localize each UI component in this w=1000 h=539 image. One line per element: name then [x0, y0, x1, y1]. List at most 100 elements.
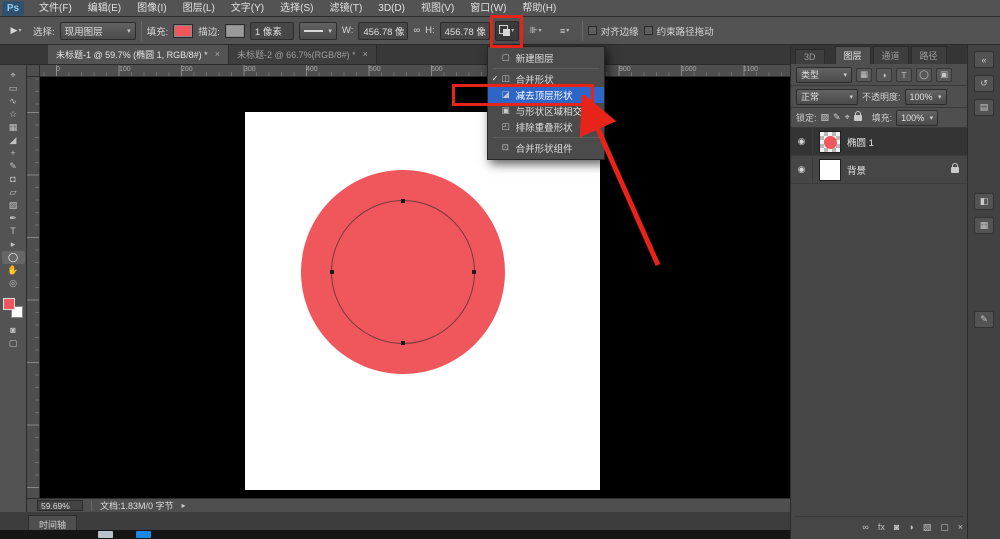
path-operations-button[interactable]: ▾ [495, 21, 519, 41]
path-anchor-bottom[interactable] [401, 341, 405, 345]
lock-transparency-icon[interactable]: ▨ [821, 112, 830, 123]
taskbar-app-icon[interactable] [98, 531, 113, 538]
zoom-level-field[interactable]: 59.69% [37, 500, 83, 511]
history-panel-icon[interactable]: ↺ [974, 75, 994, 92]
pen-tool[interactable]: ✒ [2, 212, 25, 225]
layer-row-background[interactable]: 背景 [791, 156, 967, 184]
menu-layer[interactable]: 图层(L) [176, 0, 222, 17]
link-layers-icon[interactable]: ∞ [862, 522, 868, 532]
filter-type-layers-icon[interactable]: T [896, 68, 912, 82]
path-anchor-left[interactable] [330, 270, 334, 274]
blend-mode-dropdown[interactable]: 正常 [796, 89, 858, 105]
hand-tool[interactable]: ✋ [2, 264, 25, 277]
shape-tool[interactable]: ◯ [2, 251, 25, 264]
new-layer-icon[interactable]: ▢ [940, 522, 949, 533]
filter-shape-layers-icon[interactable]: ◯ [916, 68, 932, 82]
width-field[interactable]: 456.78 像 [358, 22, 408, 40]
delete-layer-icon[interactable]: × [958, 522, 963, 532]
menu-edit[interactable]: 编辑(E) [81, 0, 128, 17]
screen-mode-button[interactable]: ▢ [2, 337, 25, 350]
lock-position-icon[interactable]: ⌖ [845, 112, 850, 123]
add-layer-mask-icon[interactable]: ◙ [894, 522, 899, 532]
menu-select[interactable]: 选择(S) [273, 0, 320, 17]
align-edges-checkbox[interactable]: 对齐边缘 [588, 24, 639, 38]
lasso-tool[interactable]: ∿ [2, 95, 25, 108]
stroke-color-swatch[interactable] [225, 24, 245, 38]
quick-selection-tool[interactable]: ☆ [2, 108, 25, 121]
filter-pixel-layers-icon[interactable]: ▦ [856, 68, 872, 82]
new-group-icon[interactable]: ▧ [923, 522, 932, 533]
menu-filter[interactable]: 滤镜(T) [323, 0, 370, 17]
menu-image[interactable]: 图像(I) [130, 0, 173, 17]
constrain-path-drag-checkbox[interactable]: 约束路径拖动 [644, 24, 714, 38]
layer-thumbnail[interactable] [819, 159, 841, 181]
lock-pixels-icon[interactable]: ✎ [833, 112, 841, 123]
color-panel-icon[interactable]: ◧ [974, 193, 994, 210]
menu-type[interactable]: 文字(Y) [224, 0, 271, 17]
filter-type-dropdown[interactable]: 类型 [796, 67, 852, 83]
canvas-viewport[interactable] [40, 77, 790, 498]
menu-view[interactable]: 视图(V) [414, 0, 461, 17]
tab-3d[interactable]: 3D [795, 49, 825, 64]
stroke-style-dropdown[interactable] [299, 22, 337, 40]
close-icon[interactable]: × [363, 49, 368, 59]
tab-paths[interactable]: 路径 [911, 46, 947, 64]
collapse-panels-icon[interactable]: « [974, 51, 994, 68]
gradient-tool[interactable]: ▨ [2, 199, 25, 212]
menu-item-exclude-overlapping-shapes[interactable]: ◰ 排除重叠形状 [488, 119, 604, 135]
move-tool[interactable]: ⌖ [2, 69, 25, 82]
eraser-tool[interactable]: ▱ [2, 186, 25, 199]
path-arrangement-button[interactable]: ≡▾ [553, 21, 577, 41]
crop-tool[interactable]: ▦ [2, 121, 25, 134]
menu-window[interactable]: 窗口(W) [463, 0, 513, 17]
menu-file[interactable]: 文件(F) [32, 0, 79, 17]
healing-brush-tool[interactable]: + [2, 147, 25, 160]
menu-item-new-layer[interactable]: ▢ 新建图层 [488, 50, 604, 66]
layer-style-icon[interactable]: fx [878, 522, 885, 532]
quick-mask-button[interactable]: ◙ [2, 324, 25, 337]
visibility-toggle[interactable] [791, 128, 813, 155]
foreground-color-swatch[interactable] [3, 298, 15, 310]
type-tool[interactable]: T [2, 225, 25, 238]
document-tab-2[interactable]: 未标题-2 @ 66.7%(RGB/8#) * × [229, 44, 377, 64]
lock-all-icon[interactable] [854, 115, 862, 121]
tab-layers[interactable]: 图层 [835, 46, 871, 64]
menu-item-subtract-front-shape[interactable]: ◪ 减去顶层形状 [488, 87, 604, 103]
menu-help[interactable]: 帮助(H) [515, 0, 563, 17]
eyedropper-tool[interactable]: ◢ [2, 134, 25, 147]
fill-color-swatch[interactable] [173, 24, 193, 38]
tool-preset-button[interactable]: ▶ ▾ [4, 21, 28, 41]
filter-adjustment-layers-icon[interactable]: ◑ [876, 68, 892, 82]
height-field[interactable]: 456.78 像 [440, 22, 490, 40]
menu-item-merge-shape-components[interactable]: ⊡ 合并形状组件 [488, 140, 604, 156]
path-anchor-right[interactable] [472, 270, 476, 274]
brushes-panel-icon[interactable]: ✎ [974, 311, 994, 328]
path-selection-tool[interactable]: ▸ [2, 238, 25, 251]
menu-3d[interactable]: 3D(D) [371, 0, 412, 17]
document-tab-1[interactable]: 未标题-1 @ 59.7% (椭圆 1, RGB/8#) * × [48, 44, 229, 64]
menu-item-intersect-shape-areas[interactable]: ▣ 与形状区域相交 [488, 103, 604, 119]
select-mode-dropdown[interactable]: 现用图层 [60, 22, 136, 40]
filter-smart-objects-icon[interactable]: ▣ [936, 68, 952, 82]
close-icon[interactable]: × [215, 49, 220, 59]
marquee-tool[interactable]: ▭ [2, 82, 25, 95]
status-menu-arrow-icon[interactable]: ▸ [182, 501, 186, 510]
tab-channels[interactable]: 通道 [873, 46, 909, 64]
menu-item-combine-shapes[interactable]: ✓ ◫ 合并形状 [488, 71, 604, 87]
zoom-tool[interactable]: ◎ [2, 277, 25, 290]
swatches-panel-icon[interactable]: ▦ [974, 217, 994, 234]
path-anchor-top[interactable] [401, 199, 405, 203]
fill-dropdown[interactable]: 100% [896, 110, 938, 126]
visibility-toggle[interactable] [791, 156, 813, 183]
clone-stamp-tool[interactable]: ◘ [2, 173, 25, 186]
path-alignment-button[interactable]: ⊪▾ [524, 21, 548, 41]
adjustment-layer-icon[interactable]: ◑ [908, 522, 913, 532]
taskbar-app-icon[interactable] [136, 531, 151, 538]
layer-row-ellipse-1[interactable]: 椭圆 1 [791, 128, 967, 156]
properties-panel-icon[interactable]: ▤ [974, 99, 994, 116]
opacity-dropdown[interactable]: 100% [905, 89, 947, 105]
stroke-width-field[interactable]: 1 像素 [250, 22, 294, 40]
link-dimensions-icon[interactable]: ∞ [413, 25, 420, 36]
layer-thumbnail[interactable] [819, 131, 841, 153]
brush-tool[interactable]: ✎ [2, 160, 25, 173]
